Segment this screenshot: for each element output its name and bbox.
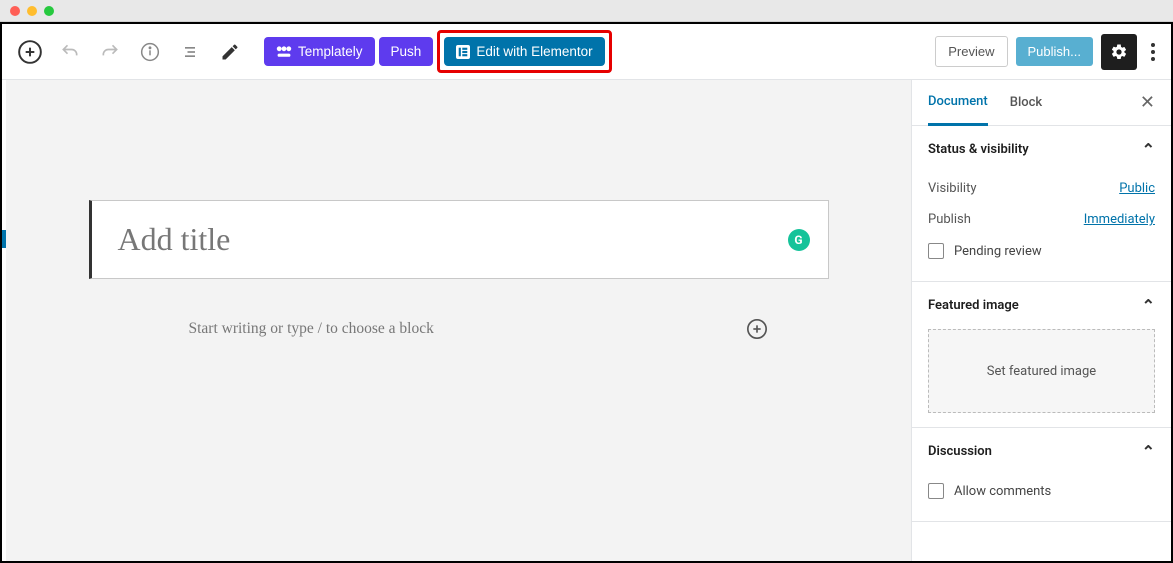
info-button[interactable] (132, 34, 168, 70)
set-featured-image-button[interactable]: Set featured image (928, 329, 1155, 413)
window-maximize-icon[interactable] (44, 6, 54, 16)
editor-canvas[interactable]: Add title G Start writing or type / to c… (6, 80, 911, 561)
templately-button[interactable]: Templately (264, 37, 375, 66)
elementor-icon (456, 45, 470, 59)
tab-document[interactable]: Document (928, 80, 988, 126)
visibility-label: Visibility (928, 181, 977, 196)
publish-label: Publish... (1028, 44, 1081, 59)
title-placeholder: Add title (118, 221, 231, 257)
highlight-box: Edit with Elementor (437, 30, 611, 73)
preview-label: Preview (948, 44, 994, 59)
browser-titlebar (0, 0, 1173, 22)
edit-button[interactable] (212, 34, 248, 70)
undo-button[interactable] (52, 34, 88, 70)
chevron-up-icon: ⌃ (1142, 296, 1155, 315)
featured-image-label: Set featured image (987, 364, 1096, 379)
gear-icon (1110, 43, 1128, 61)
tab-block[interactable]: Block (1010, 81, 1042, 124)
publish-value[interactable]: Immediately (1084, 212, 1155, 227)
editor-toolbar: Templately Push Edit with Elementor Prev… (2, 24, 1171, 80)
publish-button[interactable]: Publish... (1016, 37, 1093, 66)
visibility-value[interactable]: Public (1119, 181, 1155, 196)
allow-comments-checkbox[interactable] (928, 483, 944, 499)
pending-review-label: Pending review (954, 244, 1042, 259)
outline-button[interactable] (172, 34, 208, 70)
edit-with-elementor-button[interactable]: Edit with Elementor (444, 37, 604, 66)
chevron-up-icon: ⌃ (1142, 140, 1155, 159)
preview-button[interactable]: Preview (935, 36, 1007, 67)
push-label: Push (391, 44, 422, 59)
pending-review-checkbox[interactable] (928, 243, 944, 259)
templately-icon (276, 45, 292, 59)
panel-featured-toggle[interactable]: Featured image ⌃ (912, 282, 1171, 329)
allow-comments-label: Allow comments (954, 484, 1051, 499)
panel-status-title: Status & visibility (928, 142, 1029, 157)
more-options-button[interactable] (1145, 43, 1161, 61)
panel-discussion-toggle[interactable]: Discussion ⌃ (912, 428, 1171, 475)
push-button[interactable]: Push (379, 37, 434, 66)
elementor-label: Edit with Elementor (476, 44, 592, 59)
window-close-icon[interactable] (10, 6, 20, 16)
window-minimize-icon[interactable] (27, 6, 37, 16)
publish-label: Publish (928, 212, 971, 227)
settings-sidebar: Document Block ✕ Status & visibility ⌃ V… (911, 80, 1171, 561)
panel-featured-title: Featured image (928, 298, 1019, 313)
post-title-input[interactable]: Add title G (89, 200, 829, 279)
close-sidebar-button[interactable]: ✕ (1140, 86, 1155, 119)
templately-label: Templately (298, 44, 363, 59)
redo-button[interactable] (92, 34, 128, 70)
grammarly-icon[interactable]: G (788, 229, 810, 251)
inline-add-block-button[interactable] (745, 317, 769, 341)
add-block-button[interactable] (12, 34, 48, 70)
chevron-up-icon: ⌃ (1142, 442, 1155, 461)
body-placeholder[interactable]: Start writing or type / to choose a bloc… (189, 320, 745, 338)
panel-discussion-title: Discussion (928, 444, 992, 459)
panel-status-toggle[interactable]: Status & visibility ⌃ (912, 126, 1171, 173)
settings-button[interactable] (1101, 34, 1137, 70)
